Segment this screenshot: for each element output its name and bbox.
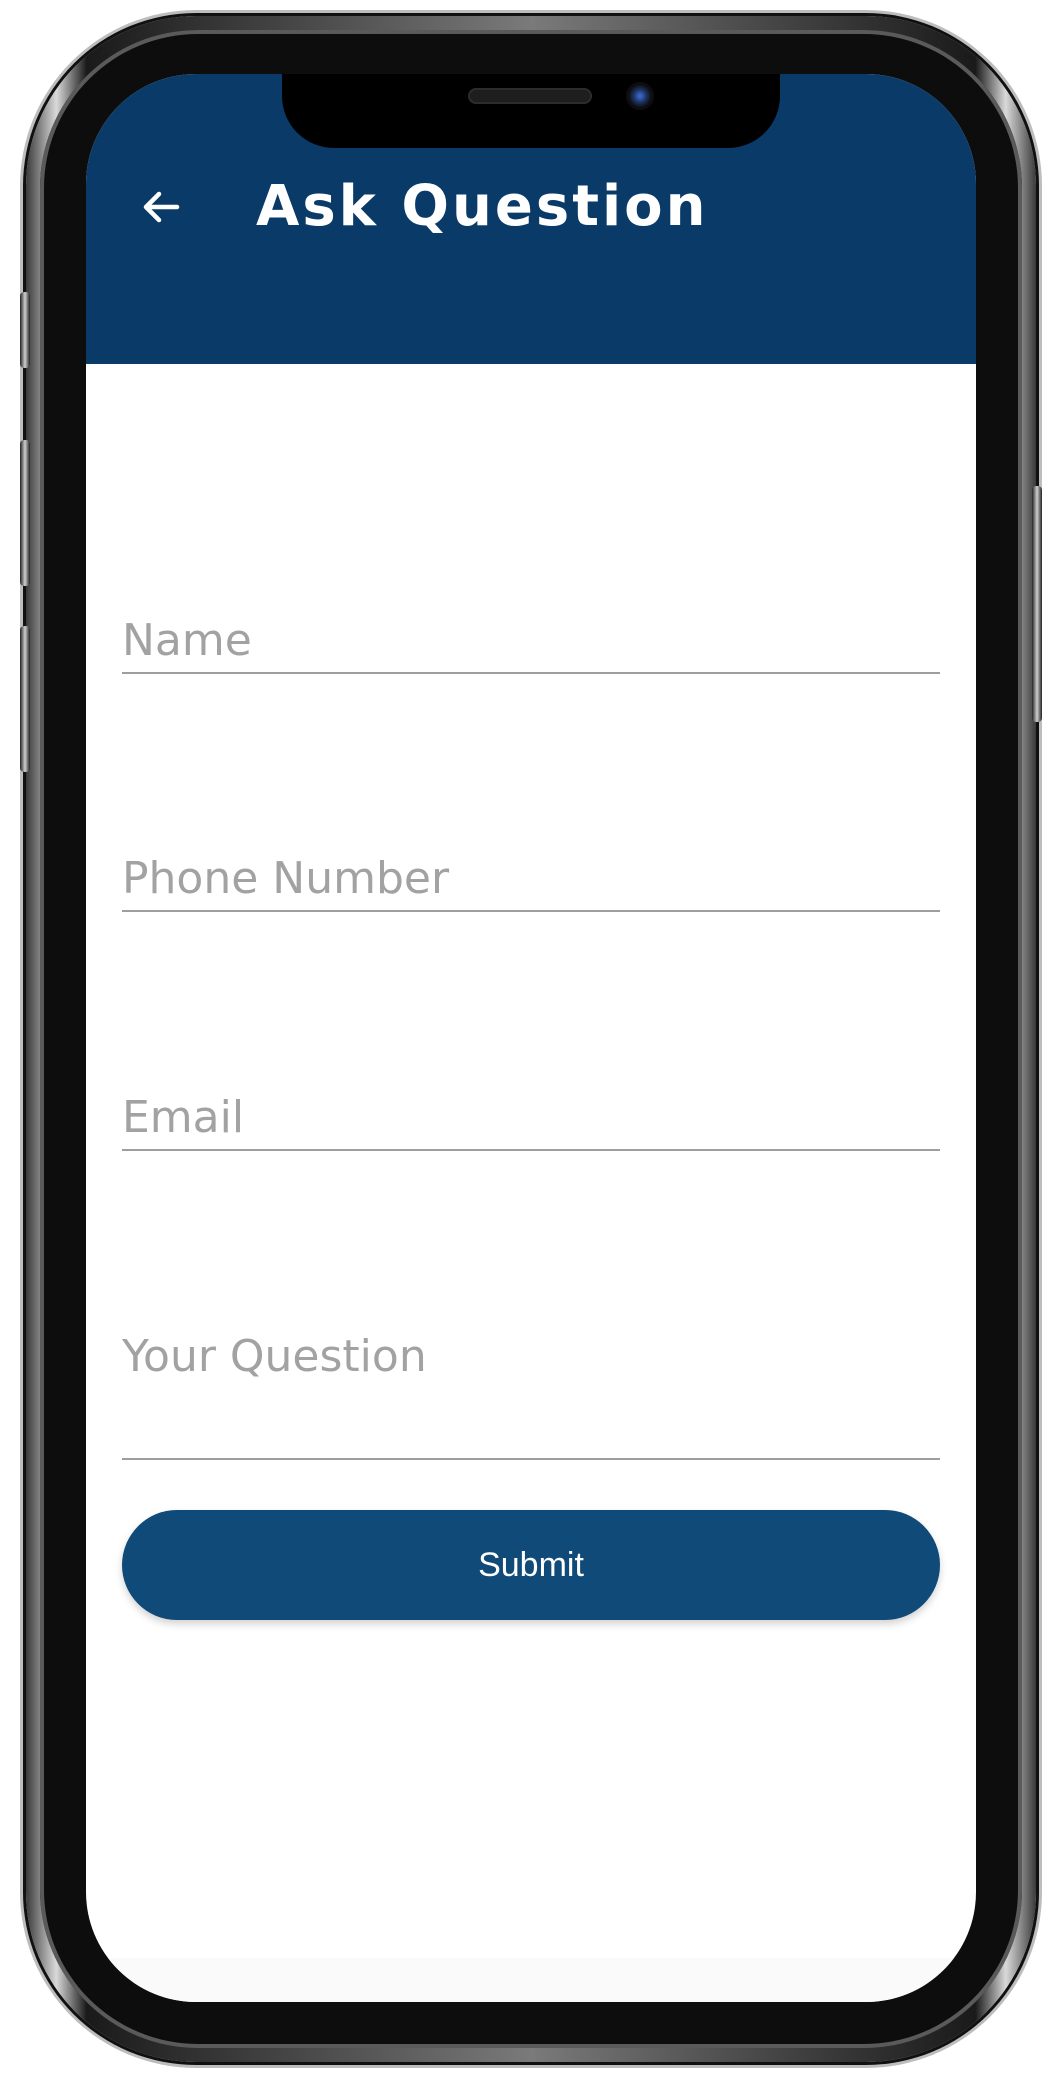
arrow-left-icon [141,187,181,227]
app-screen: Ask Question Submit [86,74,976,2002]
phone-number-input[interactable] [122,848,940,910]
question-input[interactable] [122,1326,940,1456]
volume-down-button [20,626,30,772]
question-field [122,1326,940,1460]
power-button [1032,486,1042,722]
back-button[interactable] [136,182,186,232]
silent-switch [20,292,30,368]
page-title: Ask Question [256,174,709,239]
notch [282,74,780,148]
volume-up-button [20,440,30,586]
phone-number-field [122,848,940,912]
name-field [122,610,940,674]
submit-button[interactable]: Submit [122,1510,940,1620]
bottom-safe-area [86,1958,976,2002]
email-input[interactable] [122,1087,940,1149]
front-camera [626,82,654,110]
name-input[interactable] [122,610,940,672]
email-field [122,1087,940,1151]
earpiece-speaker [468,88,592,104]
